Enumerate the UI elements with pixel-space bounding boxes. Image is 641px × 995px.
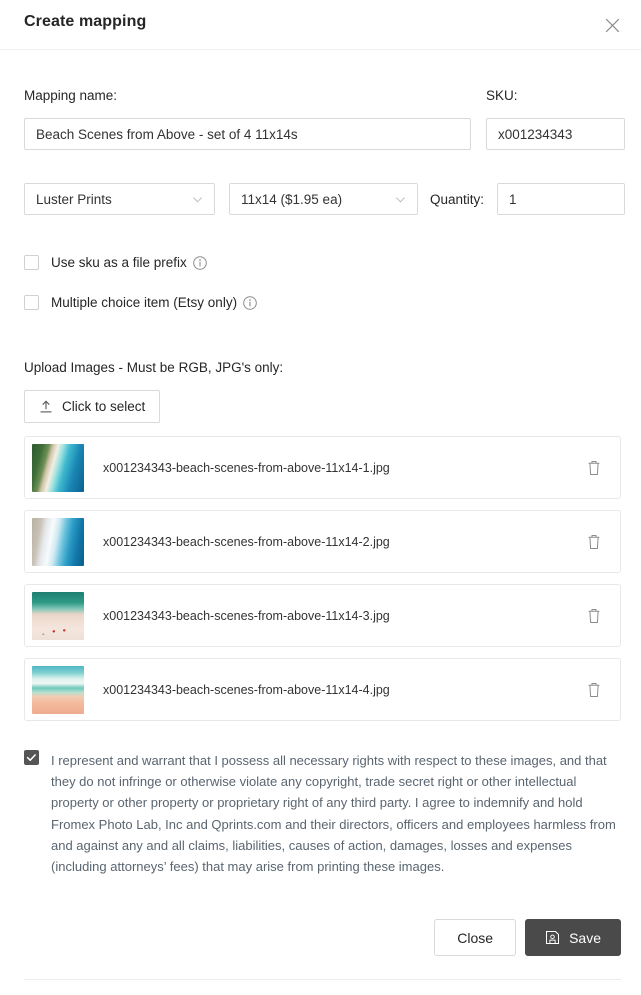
file-name: x001234343-beach-scenes-from-above-11x14… xyxy=(103,682,390,697)
file-row[interactable]: x001234343-beach-scenes-from-above-11x14… xyxy=(24,658,621,721)
sku-prefix-label: Use sku as a file prefix xyxy=(51,255,187,270)
trash-icon[interactable] xyxy=(577,599,611,633)
trash-icon[interactable] xyxy=(577,673,611,707)
trash-icon[interactable] xyxy=(577,451,611,485)
product-type-select[interactable]: Luster Prints xyxy=(24,183,215,215)
sku-input[interactable] xyxy=(486,118,625,150)
quantity-label: Quantity: xyxy=(430,192,485,207)
click-to-select-button[interactable]: Click to select xyxy=(24,390,161,423)
save-button[interactable]: Save xyxy=(525,919,621,956)
consent-section: I represent and warrant that I possess a… xyxy=(24,750,621,877)
close-icon[interactable] xyxy=(597,10,627,40)
consent-text: I represent and warrant that I possess a… xyxy=(51,753,616,875)
save-disk-icon xyxy=(546,930,560,945)
upload-icon xyxy=(40,400,52,412)
file-row[interactable]: x001234343-beach-scenes-from-above-11x14… xyxy=(24,584,621,647)
mapping-name-label: Mapping name: xyxy=(24,88,118,103)
upload-images-label: Upload Images - Must be RGB, JPG's only: xyxy=(24,360,284,375)
save-button-label: Save xyxy=(569,929,601,946)
trash-glyph xyxy=(588,608,600,623)
mapping-name-input[interactable] xyxy=(24,118,471,150)
chevron-down-icon xyxy=(396,196,405,203)
file-thumbnail xyxy=(32,517,84,566)
file-thumbnail xyxy=(32,591,84,640)
chevron-down-icon xyxy=(193,196,202,203)
file-name: x001234343-beach-scenes-from-above-11x14… xyxy=(103,460,390,475)
file-name: x001234343-beach-scenes-from-above-11x14… xyxy=(103,534,390,549)
print-size-value: 11x14 ($1.95 ea) xyxy=(241,191,343,207)
click-to-select-label: Click to select xyxy=(62,399,146,414)
file-thumbnail xyxy=(32,665,84,714)
option-row-sku-prefix[interactable]: Use sku as a file prefix xyxy=(24,255,207,270)
multiple-choice-label: Multiple choice item (Etsy only) xyxy=(51,295,238,310)
file-name: x001234343-beach-scenes-from-above-11x14… xyxy=(103,608,390,623)
close-glyph xyxy=(605,18,619,32)
quantity-input[interactable] xyxy=(497,183,625,215)
modal-header: Create mapping xyxy=(0,0,641,50)
trash-glyph xyxy=(588,682,600,697)
file-row[interactable]: x001234343-beach-scenes-from-above-11x14… xyxy=(24,510,621,573)
trash-icon[interactable] xyxy=(577,525,611,559)
close-button[interactable]: Close xyxy=(434,919,517,956)
create-mapping-modal: Create mapping Mapping name: SKU: Luster… xyxy=(0,0,641,995)
footer-actions: Close Save xyxy=(434,919,621,956)
sku-prefix-checkbox[interactable] xyxy=(24,255,39,270)
product-type-value: Luster Prints xyxy=(36,191,112,207)
trash-glyph xyxy=(588,460,600,475)
footer-divider xyxy=(24,979,621,980)
sku-label: SKU: xyxy=(486,88,518,103)
checkmark-icon xyxy=(26,754,36,761)
multiple-choice-checkbox[interactable] xyxy=(24,295,39,310)
close-button-label: Close xyxy=(457,929,494,946)
file-thumbnail xyxy=(32,443,84,492)
option-row-multiple-choice[interactable]: Multiple choice item (Etsy only) xyxy=(24,295,257,310)
info-icon[interactable] xyxy=(243,295,257,310)
file-row[interactable]: x001234343-beach-scenes-from-above-11x14… xyxy=(24,436,621,499)
consent-checkbox[interactable] xyxy=(24,750,39,765)
trash-glyph xyxy=(588,534,600,549)
page-title: Create mapping xyxy=(24,13,147,30)
print-size-select[interactable]: 11x14 ($1.95 ea) xyxy=(229,183,418,215)
info-icon[interactable] xyxy=(193,255,207,270)
